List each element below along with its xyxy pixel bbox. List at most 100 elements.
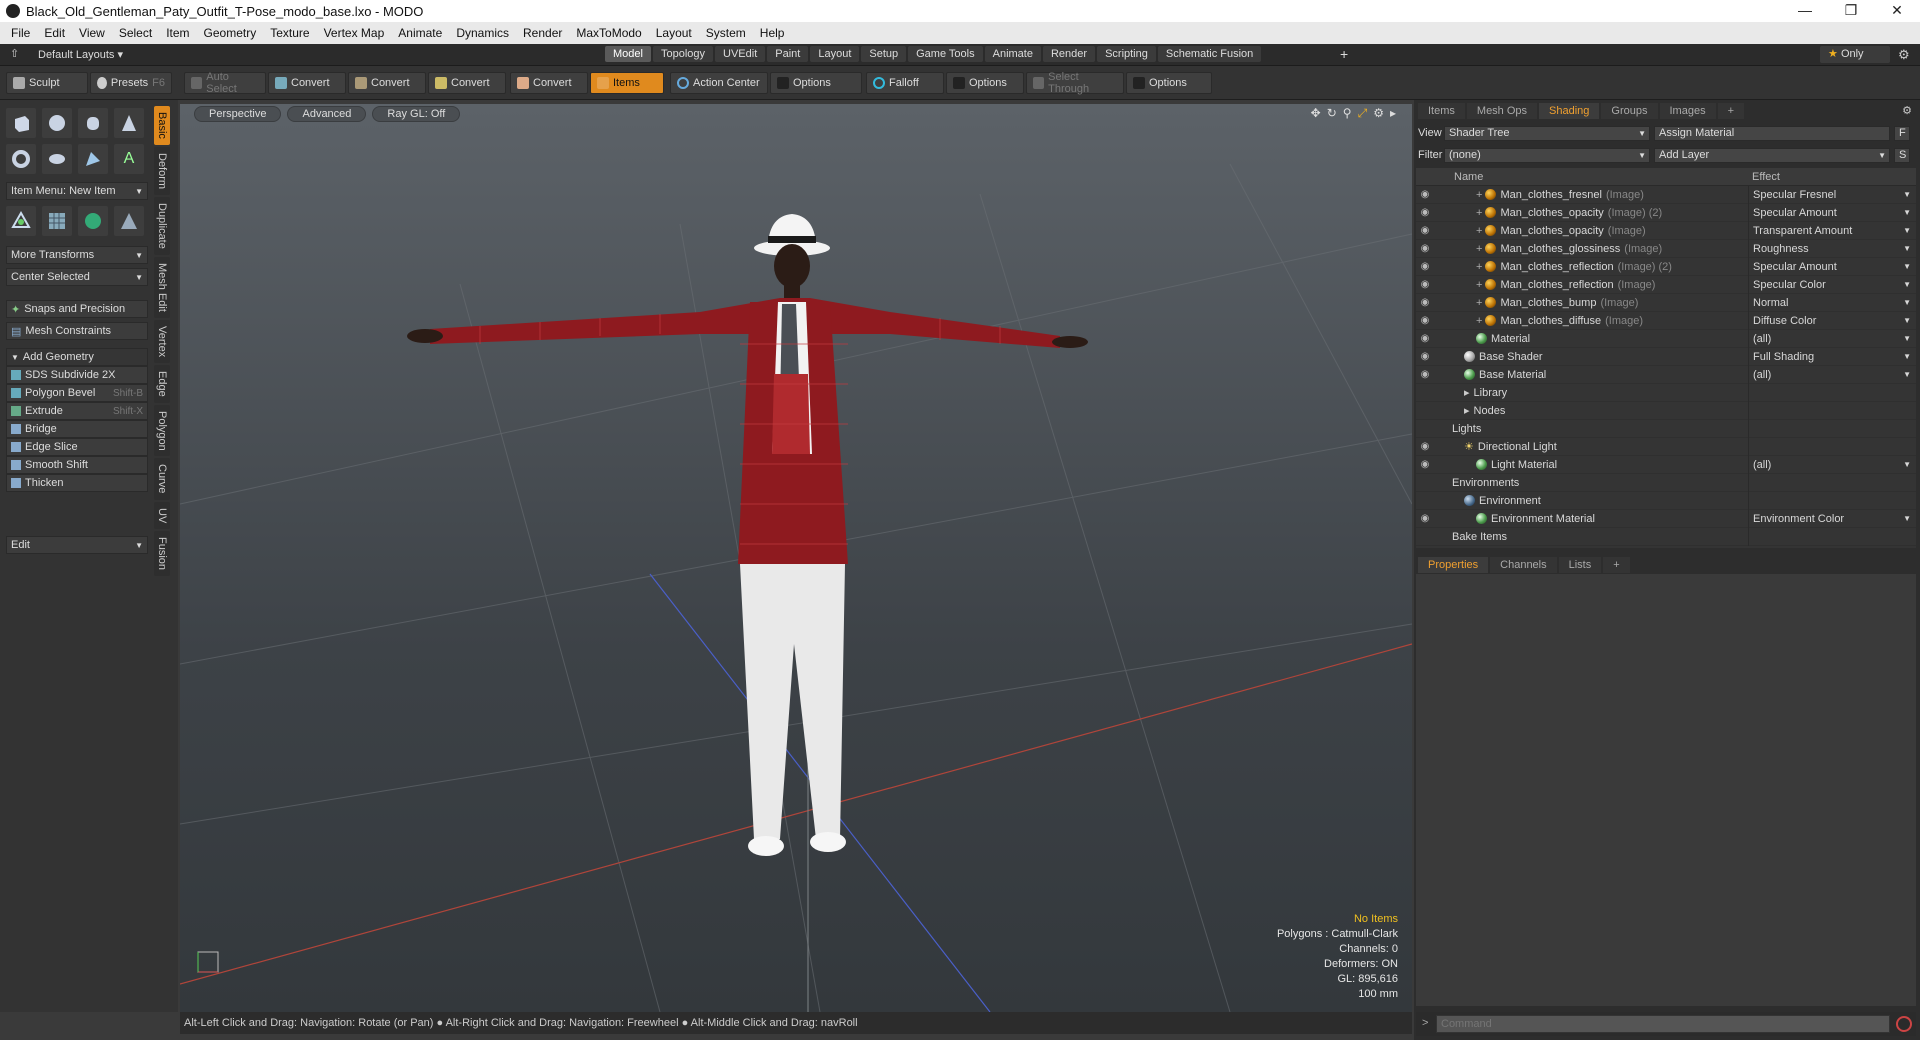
vtab-basic[interactable]: Basic	[154, 106, 170, 145]
tool-sds-subdivide-2x[interactable]: SDS Subdivide 2X	[6, 366, 148, 384]
add-tab-icon[interactable]: +	[1717, 103, 1745, 119]
f-button[interactable]: F	[1894, 125, 1910, 141]
expand-plus-icon[interactable]: +	[1476, 225, 1482, 237]
add-geometry-header[interactable]: ▼ Add Geometry	[6, 348, 148, 366]
tree-row[interactable]: ◉ + Man_clothes_fresnel (Image) Specular Fre…	[1416, 185, 1916, 204]
visibility-eye-icon[interactable]: ◉	[1416, 459, 1434, 470]
viewport-tab-perspective[interactable]: Perspective	[194, 106, 282, 122]
vtab-edge[interactable]: Edge	[154, 364, 170, 403]
viewport-tab-advanced[interactable]: Advanced	[287, 106, 367, 122]
menu-geometry[interactable]: Geometry	[197, 26, 264, 40]
more-transforms-dropdown[interactable]: More Transforms ▼	[6, 246, 148, 264]
tree-row[interactable]: ◉ + Man_clothes_diffuse (Image) Diffuse Colo…	[1416, 311, 1916, 330]
tab-images[interactable]: Images	[1659, 103, 1716, 119]
tree-row[interactable]: Bake Items	[1416, 527, 1916, 546]
tree-row[interactable]: ◉ Base Shader Full Shading ▼	[1416, 347, 1916, 366]
tab-model[interactable]: Model	[605, 46, 651, 62]
tab-schematic-fusion[interactable]: Schematic Fusion	[1157, 46, 1262, 62]
add-layer-dropdown[interactable]: Add Layer ▼	[1654, 147, 1890, 163]
viewport-gear-icon[interactable]: ⚙	[1373, 106, 1384, 121]
visibility-eye-icon[interactable]: ◉	[1416, 243, 1434, 254]
tool-smooth-shift[interactable]: Smooth Shift	[6, 456, 148, 474]
convert-items-button[interactable]: Convert	[510, 72, 588, 94]
tab-scripting[interactable]: Scripting	[1097, 46, 1156, 62]
vtab-curve[interactable]: Curve	[154, 458, 170, 500]
menu-dynamics[interactable]: Dynamics	[449, 26, 516, 40]
effect-cell[interactable]: Environment Color ▼	[1748, 509, 1914, 528]
tree-row[interactable]: ◉ + Man_clothes_reflection (Image) (2) Specu…	[1416, 257, 1916, 276]
tab-render[interactable]: Render	[1042, 46, 1096, 62]
visibility-eye-icon[interactable]: ◉	[1416, 333, 1434, 344]
tab-topology[interactable]: Topology	[652, 46, 714, 62]
select-through-options-button[interactable]: Options	[1126, 72, 1212, 94]
cone-icon[interactable]	[114, 108, 144, 138]
restore-icon[interactable]: ❐	[1828, 0, 1874, 22]
tab-channels[interactable]: Channels	[1490, 557, 1557, 573]
name-column-header[interactable]: Name	[1454, 171, 1483, 183]
action-center-button[interactable]: Action Center	[670, 72, 768, 94]
effect-cell[interactable]: Normal ▼	[1748, 293, 1914, 312]
viewport-tab-ray-gl-off[interactable]: Ray GL: Off	[372, 106, 461, 122]
tree-row[interactable]: ◉ Light Material (all) ▼	[1416, 455, 1916, 474]
tab-animate[interactable]: Animate	[984, 46, 1041, 62]
tab-layout[interactable]: Layout	[810, 46, 860, 62]
menu-select[interactable]: Select	[112, 26, 159, 40]
expand-plus-icon[interactable]: +	[1476, 189, 1482, 201]
pen-icon[interactable]	[78, 144, 108, 174]
convert-edges-button[interactable]: Convert	[348, 72, 426, 94]
effect-cell[interactable]: Specular Color ▼	[1748, 275, 1914, 294]
globe-icon[interactable]	[78, 206, 108, 236]
items-mode-button[interactable]: Items	[590, 72, 664, 94]
menu-system[interactable]: System	[699, 26, 753, 40]
vtab-deform[interactable]: Deform	[154, 146, 170, 195]
visibility-eye-icon[interactable]: ◉	[1416, 297, 1434, 308]
tab-shading[interactable]: Shading	[1539, 103, 1600, 119]
tab-mesh-ops[interactable]: Mesh Ops	[1466, 103, 1538, 119]
minimize-icon[interactable]: —	[1782, 0, 1828, 22]
expand-plus-icon[interactable]: +	[1476, 315, 1482, 327]
tab-items[interactable]: Items	[1418, 103, 1465, 119]
effect-cell[interactable]: Specular Fresnel ▼	[1748, 185, 1914, 204]
add-tab-icon[interactable]: +	[1603, 557, 1630, 573]
torus-icon[interactable]	[6, 144, 36, 174]
filter-dropdown[interactable]: (none) ▼	[1444, 147, 1650, 163]
tree-row[interactable]: ◉ + Man_clothes_glossiness (Image) Roughness…	[1416, 239, 1916, 258]
expand-arrow-icon[interactable]: ▸	[1390, 106, 1396, 121]
menu-texture[interactable]: Texture	[263, 26, 316, 40]
tab-game-tools[interactable]: Game Tools	[908, 46, 983, 62]
menu-animate[interactable]: Animate	[391, 26, 449, 40]
vtab-mesh-edit[interactable]: Mesh Edit	[154, 256, 170, 318]
presets-button[interactable]: Presets F6	[90, 72, 172, 94]
tree-row[interactable]: ◉ + Man_clothes_bump (Image) Normal ▼	[1416, 293, 1916, 312]
tab-lists[interactable]: Lists	[1558, 557, 1602, 573]
falloff-button[interactable]: Falloff	[866, 72, 944, 94]
effect-cell[interactable]: Full Shading ▼	[1748, 347, 1914, 366]
close-icon[interactable]: ✕	[1874, 0, 1920, 22]
tab-properties[interactable]: Properties	[1418, 557, 1489, 573]
auto-select-button[interactable]: Auto Select	[184, 71, 266, 95]
snaps-precision-button[interactable]: ✦ Snaps and Precision	[6, 300, 148, 318]
tree-row[interactable]: ◉ Material (all) ▼	[1416, 329, 1916, 348]
menu-render[interactable]: Render	[516, 26, 569, 40]
tool-edge-slice[interactable]: Edge Slice	[6, 438, 148, 456]
layout-lock-icon[interactable]: ⇧	[10, 47, 19, 60]
menu-maxtomodo[interactable]: MaxToModo	[569, 26, 648, 40]
rotate-view-icon[interactable]: ↻	[1327, 106, 1337, 121]
cylinder-icon[interactable]	[78, 108, 108, 138]
tree-row[interactable]: ◉ + Man_clothes_reflection (Image) Specular …	[1416, 275, 1916, 294]
falloff-options-button[interactable]: Options	[946, 72, 1024, 94]
visibility-eye-icon[interactable]: ◉	[1416, 207, 1434, 218]
expand-plus-icon[interactable]: +	[1476, 279, 1482, 291]
menu-vertex-map[interactable]: Vertex Map	[317, 26, 392, 40]
vtab-uv[interactable]: UV	[154, 501, 170, 530]
effect-column-header[interactable]: Effect	[1752, 171, 1780, 183]
menu-help[interactable]: Help	[753, 26, 792, 40]
item-menu-dropdown[interactable]: Item Menu: New Item ▼	[6, 182, 148, 200]
sphere-icon[interactable]	[42, 108, 72, 138]
vtab-fusion[interactable]: Fusion	[154, 531, 170, 577]
panel-gear-icon[interactable]: ⚙	[1902, 104, 1912, 117]
tree-row[interactable]: ◉ Base Material (all) ▼	[1416, 365, 1916, 384]
tree-row[interactable]: Environments	[1416, 473, 1916, 492]
vtab-polygon[interactable]: Polygon	[154, 404, 170, 457]
command-input[interactable]	[1436, 1015, 1890, 1033]
